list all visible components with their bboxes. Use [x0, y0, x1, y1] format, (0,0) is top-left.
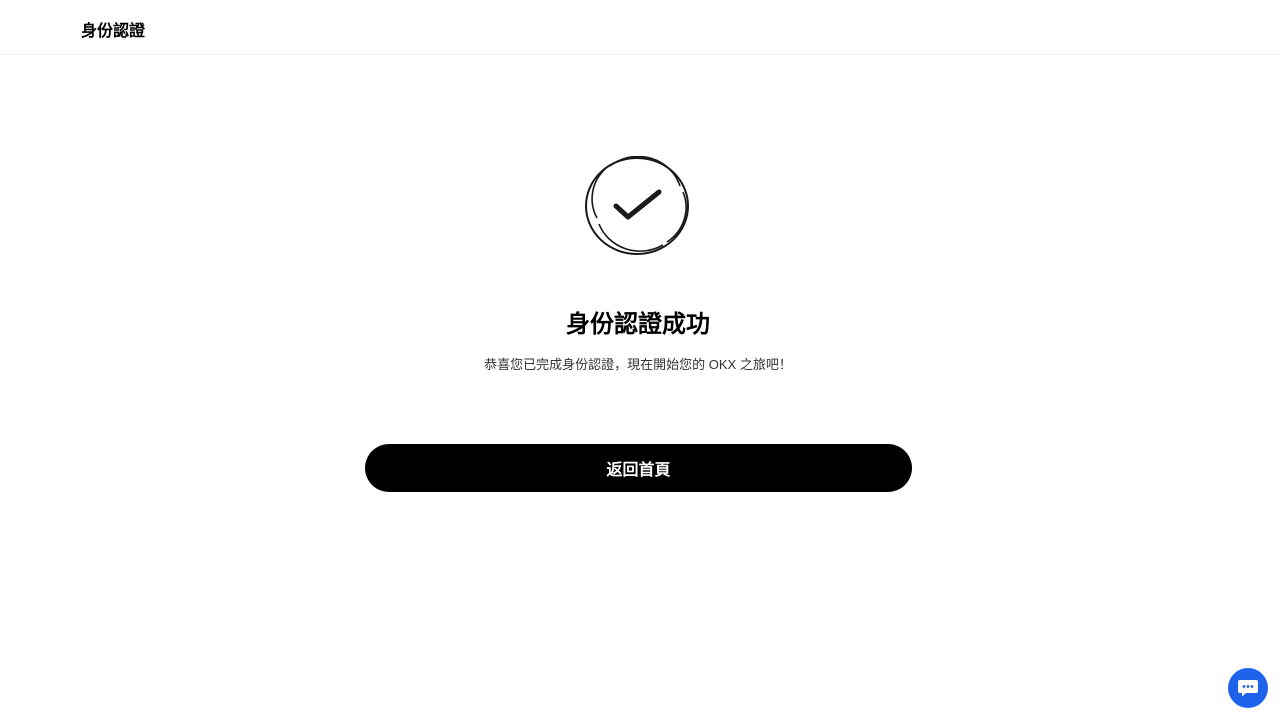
- page-header: 身份認證: [0, 0, 1280, 55]
- chat-bubble-icon: [1237, 678, 1259, 698]
- success-description: 恭喜您已完成身份認證，現在開始您的 OKX 之旅吧！: [484, 357, 792, 372]
- success-title: 身份認證成功: [566, 311, 710, 338]
- return-home-button[interactable]: 返回首頁: [365, 444, 912, 492]
- main-content: 身份認證成功 恭喜您已完成身份認證，現在開始您的 OKX 之旅吧！ 返回首頁: [0, 56, 1280, 720]
- chat-support-button[interactable]: [1228, 668, 1268, 708]
- check-circle-icon: [585, 155, 690, 256]
- page-title: 身份認證: [81, 23, 146, 40]
